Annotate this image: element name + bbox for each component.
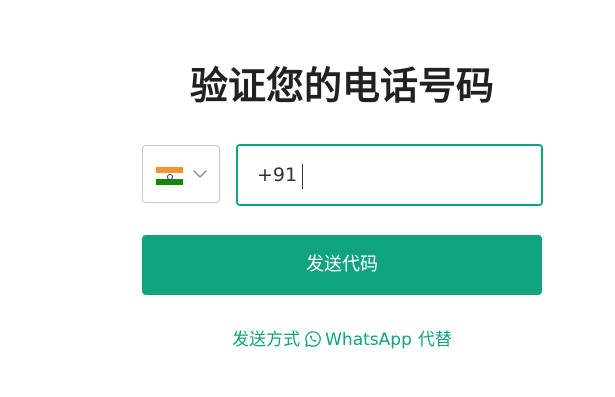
send-via-whatsapp-link[interactable]: 发送方式 WhatsApp 代替 <box>142 328 542 352</box>
whatsapp-icon <box>305 331 321 347</box>
verify-phone-page: 验证您的电话号码 +91 发送代码 发送方式 WhatsApp 代替 <box>0 0 615 397</box>
phone-number-input[interactable]: +91 <box>236 144 543 206</box>
alt-method-prefix: 发送方式 <box>232 330 301 350</box>
india-flag-icon <box>156 167 183 185</box>
country-code-select[interactable] <box>142 145 220 203</box>
chevron-down-icon <box>193 170 207 178</box>
alt-method-service: WhatsApp <box>325 330 412 350</box>
alt-method-suffix: 代替 <box>417 330 452 350</box>
phone-number-value[interactable]: +91 <box>257 163 297 187</box>
text-caret <box>302 164 303 189</box>
page-title: 验证您的电话号码 <box>189 64 494 108</box>
send-code-button[interactable]: 发送代码 <box>142 235 542 295</box>
